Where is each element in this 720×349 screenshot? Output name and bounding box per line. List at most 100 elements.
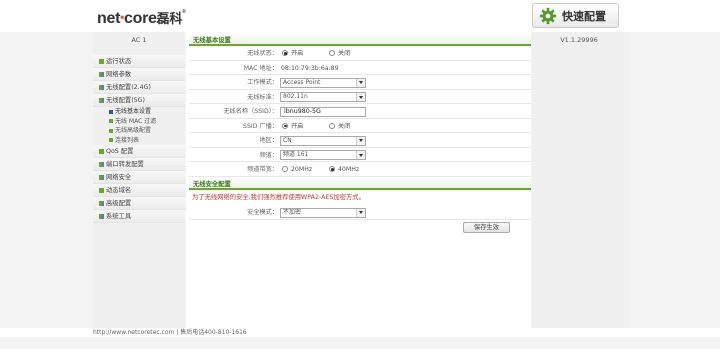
row-channel: 频道： 频道 161 — [189, 149, 531, 162]
chevron-down-icon — [356, 208, 365, 217]
sidebar-subitem-basic[interactable]: 无线基本设置 — [93, 107, 185, 117]
sidebar-subitem-mac-filter[interactable]: 无线 MAC 过滤 — [93, 117, 185, 127]
field-label: 地区： — [259, 137, 278, 144]
sidebar-item-tools[interactable]: 系统工具 — [93, 210, 185, 223]
sidebar-item-advanced[interactable]: 高级配置 — [93, 197, 185, 210]
work-mode-select[interactable]: Access Point — [280, 77, 366, 88]
right-panel: V1.1.29996 — [532, 32, 626, 328]
advanced-icon — [99, 200, 104, 206]
quick-setup-label: 快速配置 — [562, 9, 606, 23]
sidebar-item-qos[interactable]: QoS 配置 — [93, 145, 185, 158]
sidebar-item-status[interactable]: 运行状态 — [93, 55, 185, 68]
row-wireless-status: 无线状态： 开启 关闭 — [189, 47, 531, 61]
radio-label: 关闭 — [338, 50, 351, 57]
shield-icon — [99, 174, 104, 180]
field-label: 无线状态： — [247, 50, 278, 57]
footer: http://www.netcoretec.com | 售后电话400-810-… — [93, 329, 247, 336]
channel-select[interactable]: 频道 161 — [280, 150, 366, 160]
wireless-icon — [99, 97, 104, 103]
sidebar-item-wireless-24g[interactable]: 无线配置(2.4G) — [93, 81, 185, 94]
wireless-on-radio[interactable] — [282, 50, 288, 56]
chevron-down-icon — [356, 78, 365, 87]
top-bar: net•core磊科® 快速配置 — [0, 0, 720, 32]
ddns-icon — [99, 187, 104, 193]
wireless-standard-select[interactable]: 802.11n — [280, 92, 366, 102]
status-icon — [99, 58, 104, 64]
field-label: 无线名称（SSID）： — [223, 108, 278, 115]
sidebar-item-label: 端口转发配置 — [106, 160, 144, 168]
radio-label: 开启 — [291, 122, 304, 130]
field-label: MAC 地址： — [243, 64, 278, 72]
field-label: 工作模式： — [247, 79, 278, 86]
field-label: 安全模式： — [247, 209, 278, 216]
wireless-icon — [99, 84, 104, 90]
row-security-mode: 安全模式： 不加密 — [189, 206, 531, 220]
sidebar-item-label: 网络安全 — [106, 173, 132, 181]
sidebar-subitem-label: 无线基本设置 — [115, 108, 152, 115]
row-ssid: 无线名称（SSID）： ibnu980-5G — [189, 105, 531, 119]
device-model: AC 1 — [131, 36, 147, 44]
broadcast-off-radio[interactable] — [329, 122, 335, 129]
quick-setup-button[interactable]: 快速配置 — [532, 3, 619, 28]
select-value: 不加密 — [283, 208, 302, 216]
bullet-icon — [109, 109, 113, 114]
chevron-down-icon — [356, 136, 365, 145]
network-icon — [99, 71, 104, 77]
sidebar-item-wireless-5g[interactable]: 无线配置(5G) — [93, 94, 185, 107]
row-region: 地区： CN — [189, 134, 531, 148]
row-standard: 无线标准： 802.11n — [189, 91, 531, 104]
firmware-version: V1.1.29996 — [560, 36, 598, 44]
sidebar-item-port-forward[interactable]: 端口转发配置 — [93, 158, 185, 171]
sidebar-item-label: 网络参数 — [106, 70, 132, 78]
row-bandwidth: 频道带宽： 20MHz 40MHz — [189, 163, 531, 177]
select-value: CN — [283, 136, 292, 144]
sidebar-item-label: 系统工具 — [106, 212, 132, 220]
radio-label: 关闭 — [338, 122, 351, 130]
bullet-icon — [109, 119, 113, 124]
section-title-basic: 无线基本设置 — [189, 35, 531, 46]
section-title-security: 无线安全配置 — [189, 179, 531, 190]
radio-label: 20MHz — [291, 166, 313, 173]
wireless-off-radio[interactable] — [329, 50, 335, 56]
sidebar-item-security[interactable]: 网络安全 — [93, 171, 185, 184]
sidebar-item-label: 动态域名 — [106, 186, 132, 194]
bandwidth-40-radio[interactable] — [329, 166, 335, 172]
mac-address-value: 08:10:79:3b:6a:89 — [281, 64, 339, 72]
field-label: SSID 广播： — [243, 122, 278, 130]
main-panel: 无线基本设置 无线状态： 开启 关闭 MAC 地址： 08:10:79:3b:6… — [186, 32, 531, 328]
radio-label: 40MHz — [338, 166, 360, 173]
footer-strip — [0, 337, 720, 349]
bandwidth-20-radio[interactable] — [282, 166, 288, 172]
bullet-icon — [109, 128, 113, 133]
field-label: 频道： — [259, 151, 278, 159]
sidebar-item-label: 无线配置(2.4G) — [106, 83, 151, 91]
save-button[interactable]: 保存生效 — [463, 222, 510, 233]
sidebar-item-ddns[interactable]: 动态域名 — [93, 184, 185, 197]
sidebar-item-label: 高级配置 — [106, 199, 132, 207]
sidebar-subitem-advanced[interactable]: 无线高级配置 — [93, 126, 185, 136]
tools-icon — [99, 213, 104, 219]
port-icon — [99, 161, 104, 167]
region-select[interactable]: CN — [280, 135, 366, 146]
select-value: 802.11n — [283, 93, 308, 100]
bullet-icon — [109, 138, 113, 143]
qos-icon — [99, 148, 104, 154]
sidebar-item-network[interactable]: 网络参数 — [93, 68, 185, 81]
sidebar-item-label: 运行状态 — [106, 57, 132, 65]
broadcast-on-radio[interactable] — [282, 122, 288, 129]
row-mac: MAC 地址： 08:10:79:3b:6a:89 — [189, 62, 531, 75]
chevron-down-icon — [356, 151, 365, 159]
field-label: 频道带宽： — [247, 166, 278, 173]
chevron-down-icon — [356, 93, 365, 101]
security-mode-select[interactable]: 不加密 — [280, 207, 366, 218]
ssid-input[interactable]: ibnu980-5G — [280, 106, 366, 117]
gear-icon — [539, 7, 557, 24]
sidebar-item-label: 无线配置(5G) — [106, 96, 145, 104]
select-value: 频道 161 — [283, 151, 309, 158]
row-mode: 工作模式： Access Point — [189, 76, 531, 90]
select-value: Access Point — [283, 78, 321, 86]
sidebar: AC 1 运行状态 网络参数 无线配置(2.4G) 无线配置(5G) 无线基本设… — [93, 32, 185, 328]
sidebar-item-label: QoS 配置 — [106, 147, 134, 155]
field-label: 无线标准： — [247, 93, 278, 101]
sidebar-subitem-label: 无线高级配置 — [115, 127, 152, 134]
